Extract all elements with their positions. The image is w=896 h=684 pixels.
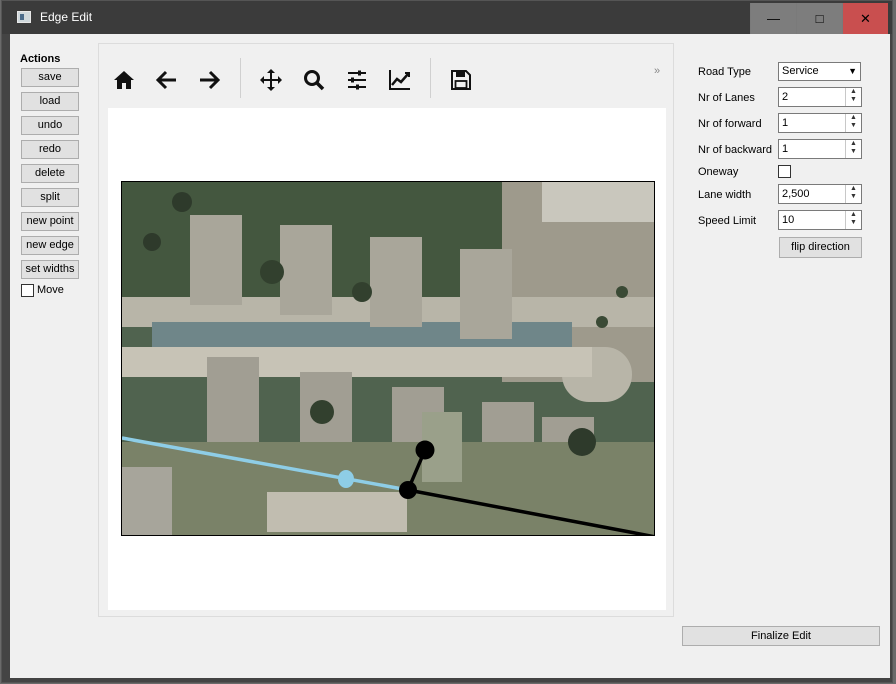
app-icon [17, 11, 31, 23]
road-type-value: Service [782, 65, 819, 77]
oneway-checkbox[interactable] [778, 165, 791, 178]
window-title: Edge Edit [40, 10, 93, 24]
pan-icon [260, 69, 282, 91]
undo-button[interactable]: undo [21, 116, 79, 135]
navigation-toolbar: » [99, 44, 673, 104]
edit-axis-button[interactable] [384, 64, 416, 96]
lane-width-label: Lane width [698, 189, 752, 201]
close-icon: ✕ [860, 10, 871, 26]
oneway-label: Oneway [698, 166, 739, 178]
nr-of-forward-label: Nr of forward [698, 118, 762, 130]
back-arrow-icon [155, 70, 176, 90]
edit-axis-icon [389, 70, 410, 90]
nr-of-backward-spinbox[interactable]: 1 ▲ ▼ [778, 139, 862, 159]
home-icon [114, 71, 134, 89]
spin-arrows-icon[interactable]: ▲ ▼ [845, 88, 861, 106]
plot-panel: » [98, 43, 674, 617]
speed-limit-label: Speed Limit [698, 215, 757, 227]
minimize-button[interactable]: — [750, 3, 796, 34]
road-type-select[interactable]: Service ▼ [778, 62, 861, 81]
nr-of-backward-label: Nr of backward [698, 144, 772, 156]
new-edge-button[interactable]: new edge [21, 236, 79, 255]
nr-of-lanes-value: 2 [782, 91, 789, 103]
title-bar[interactable]: Edge Edit — □ ✕ [2, 1, 892, 34]
speed-limit-value: 10 [782, 214, 795, 226]
plot-canvas[interactable] [108, 108, 666, 610]
move-label: Move [37, 284, 64, 296]
set-widths-button[interactable]: set widths [21, 260, 79, 279]
redo-button[interactable]: redo [21, 140, 79, 159]
lane-width-value: 2,500 [782, 188, 810, 200]
edge-edit-window: Edge Edit — □ ✕ Actions save load undo r… [1, 0, 893, 683]
pan-button[interactable] [255, 64, 287, 96]
nr-of-forward-value: 1 [782, 117, 789, 129]
forward-button[interactable] [193, 64, 225, 96]
toolbar-separator [240, 58, 241, 98]
actions-heading: Actions [20, 53, 61, 65]
save-figure-button[interactable] [445, 64, 477, 96]
configure-subplots-icon [348, 70, 366, 90]
save-figure-icon [451, 70, 471, 90]
main-content: Actions save load undo redo delete split… [10, 34, 890, 678]
nr-of-lanes-spinbox[interactable]: 2 ▲ ▼ [778, 87, 862, 107]
forward-arrow-icon [200, 70, 221, 90]
aerial-map-image[interactable] [121, 181, 655, 536]
maximize-icon: □ [815, 11, 824, 26]
move-checkbox[interactable] [21, 284, 34, 297]
spin-arrows-icon[interactable]: ▲ ▼ [845, 185, 861, 203]
zoom-icon [304, 70, 325, 91]
map-svg [122, 182, 654, 535]
lane-width-spinbox[interactable]: 2,500 ▲ ▼ [778, 184, 862, 204]
flip-direction-button[interactable]: flip direction [779, 237, 862, 258]
split-button[interactable]: split [21, 188, 79, 207]
spin-arrows-icon[interactable]: ▲ ▼ [845, 140, 861, 158]
toolbar-separator [430, 58, 431, 98]
zoom-button[interactable] [298, 64, 330, 96]
new-point-button[interactable]: new point [21, 212, 79, 231]
configure-subplots-button[interactable] [341, 64, 373, 96]
delete-button[interactable]: delete [21, 164, 79, 183]
spin-arrows-icon[interactable]: ▲ ▼ [845, 114, 861, 132]
speed-limit-spinbox[interactable]: 10 ▲ ▼ [778, 210, 862, 230]
nr-of-lanes-label: Nr of Lanes [698, 92, 755, 104]
save-button[interactable]: save [21, 68, 79, 87]
home-button[interactable] [108, 64, 140, 96]
road-type-label: Road Type [698, 66, 752, 78]
finalize-edit-button[interactable]: Finalize Edit [682, 626, 880, 646]
close-button[interactable]: ✕ [842, 3, 888, 34]
chevron-down-icon: ▼ [848, 66, 857, 76]
spin-arrows-icon[interactable]: ▲ ▼ [845, 211, 861, 229]
maximize-button[interactable]: □ [796, 3, 842, 34]
nr-of-backward-value: 1 [782, 143, 789, 155]
minimize-icon: — [767, 11, 780, 26]
toolbar-overflow-icon[interactable]: » [654, 65, 660, 77]
back-button[interactable] [151, 64, 183, 96]
load-button[interactable]: load [21, 92, 79, 111]
nr-of-forward-spinbox[interactable]: 1 ▲ ▼ [778, 113, 862, 133]
